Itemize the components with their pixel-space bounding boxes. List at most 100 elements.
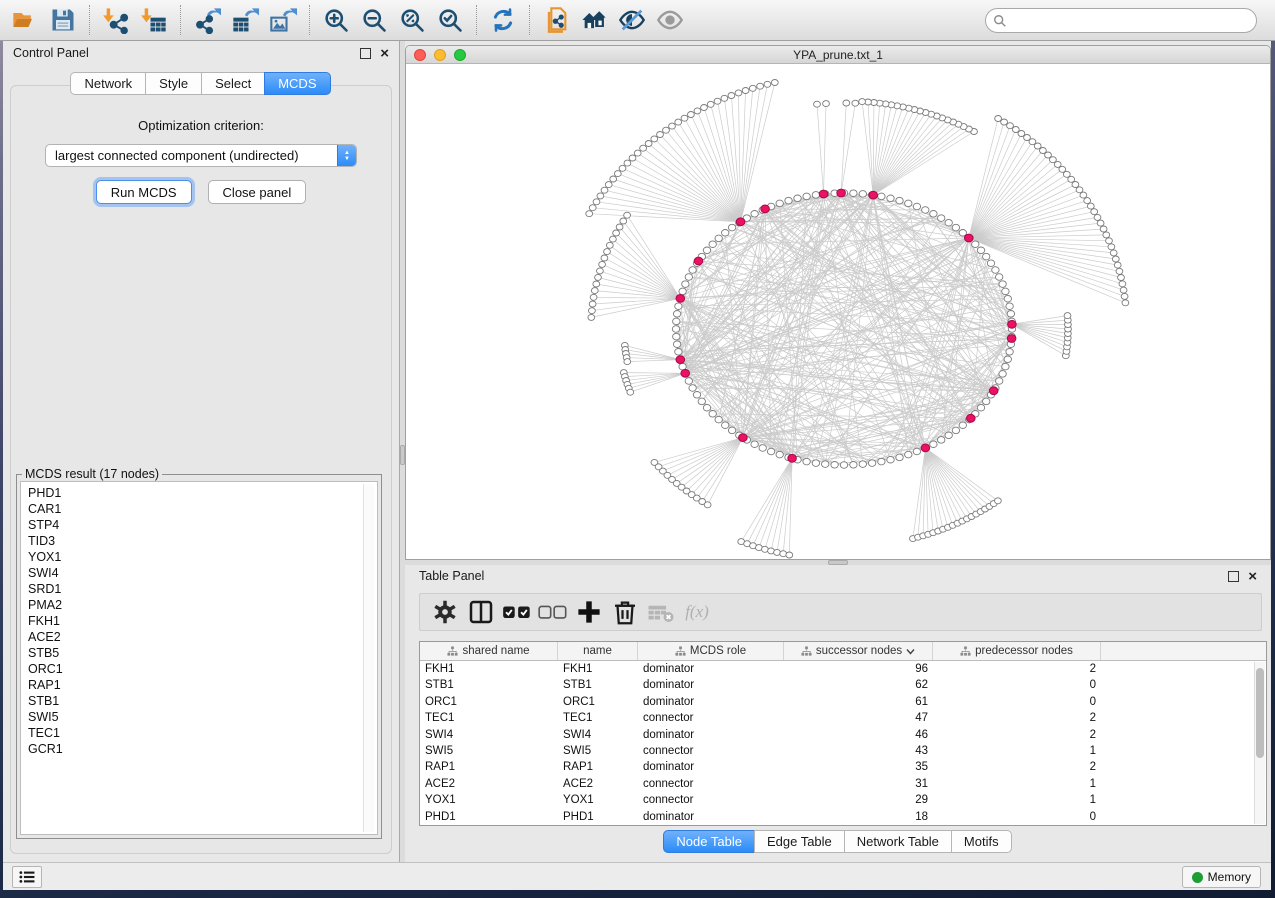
table-cell[interactable]: ACE2 [558, 776, 638, 792]
scrollbar-thumb[interactable] [1256, 668, 1264, 758]
table-row[interactable]: ACE2ACE2connector311 [420, 776, 1266, 792]
table-cell[interactable]: FKH1 [558, 661, 638, 677]
tab-network[interactable]: Network [70, 72, 146, 95]
tab-style[interactable]: Style [145, 72, 202, 95]
table-row[interactable]: STB1STB1dominator620 [420, 677, 1266, 693]
table-cell[interactable]: TEC1 [420, 710, 558, 726]
table-cell[interactable]: YOX1 [420, 792, 558, 808]
network-canvas[interactable] [406, 64, 1271, 560]
search-box[interactable] [985, 8, 1257, 33]
table-cell[interactable]: dominator [638, 677, 784, 693]
panel-list-button[interactable] [12, 866, 42, 888]
unselect-all-button[interactable] [538, 597, 568, 627]
table-cell[interactable]: 35 [784, 759, 933, 775]
list-item[interactable]: STP4 [28, 517, 377, 533]
search-input[interactable] [1007, 11, 1256, 31]
zoom-in-button[interactable] [317, 3, 355, 37]
tab-network-table[interactable]: Network Table [844, 830, 952, 853]
tab-motifs[interactable]: Motifs [951, 830, 1012, 853]
table-cell[interactable]: 62 [784, 677, 933, 693]
table-row[interactable]: YOX1YOX1connector291 [420, 792, 1266, 808]
select-all-button[interactable] [502, 597, 532, 627]
tab-select[interactable]: Select [201, 72, 265, 95]
show-all-button[interactable] [651, 3, 689, 37]
list-item[interactable]: GCR1 [28, 741, 377, 757]
list-item[interactable]: YOX1 [28, 549, 377, 565]
close-panel-icon[interactable]: × [380, 48, 389, 59]
table-cell[interactable]: SWI4 [420, 727, 558, 743]
float-panel-icon[interactable] [1228, 571, 1239, 582]
table-cell[interactable]: PHD1 [420, 809, 558, 825]
list-item[interactable]: ORC1 [28, 661, 377, 677]
column-header-MCDS-role[interactable]: MCDS role [638, 642, 784, 660]
list-item[interactable]: SWI5 [28, 709, 377, 725]
function-builder-button[interactable]: f(x) [682, 597, 712, 627]
table-row[interactable]: SWI4SWI4dominator462 [420, 727, 1266, 743]
table-cell[interactable]: dominator [638, 759, 784, 775]
optimization-criterion-select[interactable]: largest connected component (undirected)… [45, 144, 357, 167]
create-column-button[interactable] [574, 597, 604, 627]
column-header-predecessor-nodes[interactable]: predecessor nodes [933, 642, 1101, 660]
export-image-button[interactable] [264, 3, 302, 37]
column-header-shared-name[interactable]: shared name [420, 642, 558, 660]
list-item[interactable]: RAP1 [28, 677, 377, 693]
show-columns-button[interactable] [466, 597, 496, 627]
table-cell[interactable]: 31 [784, 776, 933, 792]
delete-column-button[interactable] [610, 597, 640, 627]
table-cell[interactable]: 43 [784, 743, 933, 759]
list-item[interactable]: SWI4 [28, 565, 377, 581]
export-table-button[interactable] [226, 3, 264, 37]
list-item[interactable]: ACE2 [28, 629, 377, 645]
zoom-selected-button[interactable] [431, 3, 469, 37]
column-header-name[interactable]: name [558, 642, 638, 660]
import-table-button[interactable] [135, 3, 173, 37]
column-settings-button[interactable] [430, 597, 460, 627]
table-cell[interactable]: 1 [933, 743, 1101, 759]
mcds-result-list[interactable]: PHD1CAR1STP4TID3YOX1SWI4SRD1PMA2FKH1ACE2… [20, 481, 378, 835]
table-cell[interactable]: dominator [638, 809, 784, 825]
table-cell[interactable]: 46 [784, 727, 933, 743]
close-panel-icon[interactable]: × [1248, 571, 1257, 582]
table-cell[interactable]: 61 [784, 694, 933, 710]
table-cell[interactable]: 2 [933, 759, 1101, 775]
table-scrollbar[interactable] [1254, 662, 1265, 824]
network-window-titlebar[interactable]: YPA_prune.txt_1 [406, 46, 1270, 64]
list-item[interactable]: STB1 [28, 693, 377, 709]
first-neighbors-button[interactable] [575, 3, 613, 37]
table-cell[interactable]: TEC1 [558, 710, 638, 726]
table-cell[interactable]: 0 [933, 809, 1101, 825]
table-cell[interactable]: dominator [638, 727, 784, 743]
zoom-out-button[interactable] [355, 3, 393, 37]
table-cell[interactable]: dominator [638, 694, 784, 710]
table-cell[interactable]: 2 [933, 710, 1101, 726]
table-cell[interactable]: connector [638, 710, 784, 726]
table-cell[interactable]: FKH1 [420, 661, 558, 677]
new-network-from-selection-button[interactable] [537, 3, 575, 37]
export-network-button[interactable] [188, 3, 226, 37]
table-row[interactable]: ORC1ORC1dominator610 [420, 694, 1266, 710]
table-cell[interactable]: connector [638, 792, 784, 808]
table-cell[interactable]: 29 [784, 792, 933, 808]
table-cell[interactable]: PHD1 [558, 809, 638, 825]
list-item[interactable]: PMA2 [28, 597, 377, 613]
list-item[interactable]: FKH1 [28, 613, 377, 629]
table-cell[interactable]: 0 [933, 694, 1101, 710]
table-cell[interactable]: RAP1 [420, 759, 558, 775]
list-item[interactable]: SRD1 [28, 581, 377, 597]
table-cell[interactable]: RAP1 [558, 759, 638, 775]
table-cell[interactable]: 0 [933, 677, 1101, 693]
import-network-button[interactable] [97, 3, 135, 37]
table-cell[interactable]: 2 [933, 661, 1101, 677]
zoom-fit-button[interactable] [393, 3, 431, 37]
run-mcds-button[interactable]: Run MCDS [96, 180, 192, 204]
table-cell[interactable]: STB1 [558, 677, 638, 693]
table-cell[interactable]: connector [638, 776, 784, 792]
table-cell[interactable]: 96 [784, 661, 933, 677]
table-cell[interactable]: SWI5 [420, 743, 558, 759]
list-item[interactable]: PHD1 [28, 485, 377, 501]
table-cell[interactable]: 1 [933, 792, 1101, 808]
table-cell[interactable]: 1 [933, 776, 1101, 792]
table-cell[interactable]: ORC1 [420, 694, 558, 710]
table-row[interactable]: TEC1TEC1connector472 [420, 710, 1266, 726]
list-item[interactable]: CAR1 [28, 501, 377, 517]
